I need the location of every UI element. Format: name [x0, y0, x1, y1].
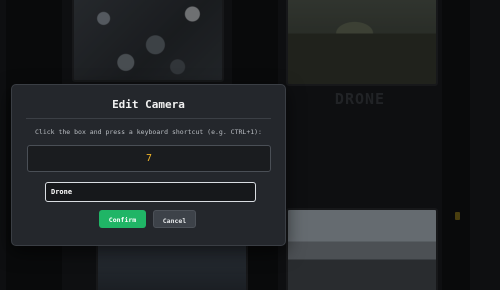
- shortcut-capture-box[interactable]: 7: [27, 145, 271, 172]
- dialog-title: Edit Camera: [112, 98, 185, 111]
- divider: [26, 118, 271, 119]
- cancel-button[interactable]: Cancel: [153, 210, 196, 228]
- shortcut-hint: Click the box and press a keyboard short…: [35, 128, 262, 136]
- edit-camera-dialog: Edit Camera Click the box and press a ke…: [11, 84, 286, 246]
- camera-name-input[interactable]: [45, 182, 256, 202]
- confirm-button[interactable]: Confirm: [99, 210, 146, 228]
- camera-grid-screen: DRONE Edit Camera Click the box and pres…: [0, 0, 500, 290]
